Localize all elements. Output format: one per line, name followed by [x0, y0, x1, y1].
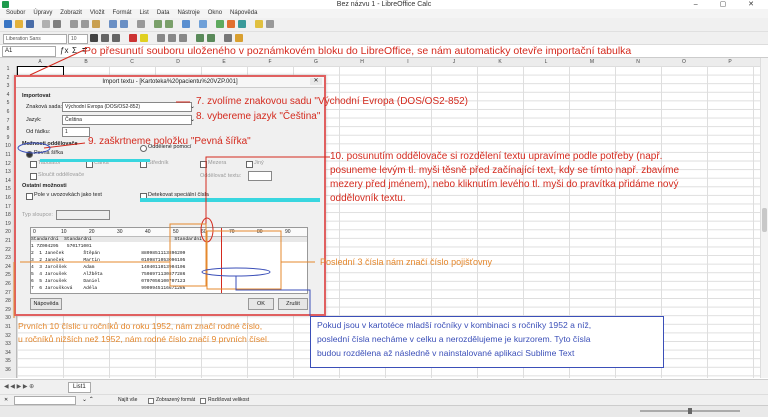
- annotation-last3: Poslední 3 čísla nám značí číslo pojišťo…: [320, 257, 492, 267]
- blue-note-box: Pokud jsou v kartotéce mladší ročníky v …: [310, 316, 664, 368]
- annotation-blue-line3: budou rozdělena až následně v nainstalov…: [317, 348, 575, 358]
- arrow-blue: [235, 276, 311, 316]
- annotation-orange-line2: u ročníků nižších než 1952, nám rodné čí…: [18, 334, 270, 344]
- annotation-step8: 8. vybereme jazyk "Čeština": [196, 111, 321, 122]
- birthnumber-box: [169, 223, 207, 287]
- arrow-top: [29, 49, 85, 76]
- insurance-box: [206, 230, 282, 290]
- annotation-step9: 9. zaškrtneme položku "Pevná šířka": [88, 136, 251, 147]
- annotation-step7: 7. zvolíme znakovou sadu "Východní Evrop…: [196, 96, 469, 107]
- annotation-step10-line4: oddělovník textu.: [330, 193, 406, 204]
- annotation-top: Po přesunutí souboru uloženého v poznámk…: [84, 45, 632, 57]
- arrow-step10: [205, 156, 330, 228]
- annotation-step10-line2: posuneme levým tl. myši těsně před začín…: [330, 165, 680, 176]
- annotation-blue-line2: poslední čísla necháme v celku a nerozdě…: [317, 334, 591, 344]
- annotation-orange-line1: Prvních 10 číslic u ročníků do roku 1952…: [18, 321, 263, 331]
- annotation-step10-line3: mezery před jménem), nebo kliknutím levé…: [330, 179, 679, 190]
- row-highlight: [201, 267, 271, 277]
- annotation-step10-line1: 10. posunutím oddělovače si rozdělení te…: [330, 151, 663, 162]
- annotation-blue-line1: Pokud jsou v kartotéce mladší ročníky v …: [317, 320, 592, 330]
